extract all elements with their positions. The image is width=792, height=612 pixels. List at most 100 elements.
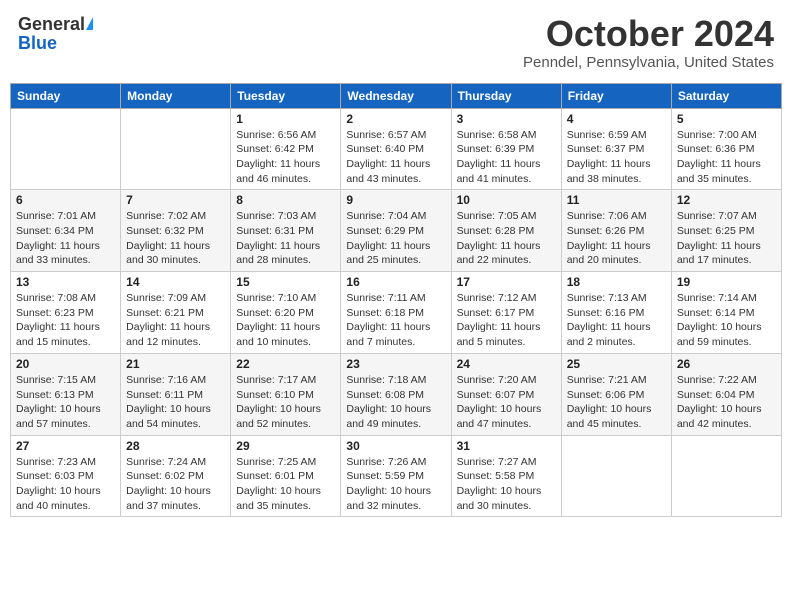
calendar-cell: 6 Sunrise: 7:01 AM Sunset: 6:34 PM Daylig… [11, 190, 121, 272]
calendar-cell: 14 Sunrise: 7:09 AM Sunset: 6:21 PM Dayli… [121, 272, 231, 354]
day-info: Sunrise: 7:13 AM Sunset: 6:16 PM Dayligh… [567, 291, 666, 350]
day-info: Sunrise: 7:15 AM Sunset: 6:13 PM Dayligh… [16, 373, 115, 432]
day-info: Sunrise: 7:25 AM Sunset: 6:01 PM Dayligh… [236, 455, 335, 514]
calendar-cell: 16 Sunrise: 7:11 AM Sunset: 6:18 PM Dayli… [341, 272, 451, 354]
day-info: Sunrise: 7:01 AM Sunset: 6:34 PM Dayligh… [16, 209, 115, 268]
calendar-cell: 31Sunrise: 7:27 AM Sunset: 5:58 PM Dayli… [451, 435, 561, 517]
day-number: 18 [567, 275, 666, 289]
day-number: 28 [126, 439, 225, 453]
calendar-week-5: 27 Sunrise: 7:23 AM Sunset: 6:03 PM Dayli… [11, 435, 782, 517]
calendar-week-1: 1 Sunrise: 6:56 AM Sunset: 6:42 PM Daylig… [11, 108, 782, 190]
weekday-header-row: SundayMondayTuesdayWednesdayThursdayFrid… [11, 83, 782, 108]
calendar-cell: 17 Sunrise: 7:12 AM Sunset: 6:17 PM Dayli… [451, 272, 561, 354]
day-info: Sunrise: 7:08 AM Sunset: 6:23 PM Dayligh… [16, 291, 115, 350]
calendar-cell: 29 Sunrise: 7:25 AM Sunset: 6:01 PM Dayli… [231, 435, 341, 517]
calendar-cell: 7Sunrise: 7:02 AM Sunset: 6:32 PM Daylig… [121, 190, 231, 272]
calendar-week-3: 13 Sunrise: 7:08 AM Sunset: 6:23 PM Dayli… [11, 272, 782, 354]
day-number: 27 [16, 439, 115, 453]
day-number: 9 [346, 193, 445, 207]
calendar-cell: 15 Sunrise: 7:10 AM Sunset: 6:20 PM Dayli… [231, 272, 341, 354]
page-header: General Blue October 2024 Penndel, Penns… [10, 10, 782, 75]
day-number: 17 [457, 275, 556, 289]
day-number: 11 [567, 193, 666, 207]
calendar-cell: 24Sunrise: 7:20 AM Sunset: 6:07 PM Dayli… [451, 353, 561, 435]
logo: General Blue [18, 14, 93, 54]
logo-blue-text: Blue [18, 33, 57, 54]
day-info: Sunrise: 7:02 AM Sunset: 6:32 PM Dayligh… [126, 209, 225, 268]
calendar-week-2: 6 Sunrise: 7:01 AM Sunset: 6:34 PM Daylig… [11, 190, 782, 272]
day-info: Sunrise: 7:05 AM Sunset: 6:28 PM Dayligh… [457, 209, 556, 268]
day-info: Sunrise: 7:11 AM Sunset: 6:18 PM Dayligh… [346, 291, 445, 350]
day-number: 26 [677, 357, 776, 371]
calendar-table: SundayMondayTuesdayWednesdayThursdayFrid… [10, 83, 782, 518]
calendar-cell: 5 Sunrise: 7:00 AM Sunset: 6:36 PM Daylig… [671, 108, 781, 190]
day-number: 6 [16, 193, 115, 207]
day-info: Sunrise: 7:21 AM Sunset: 6:06 PM Dayligh… [567, 373, 666, 432]
day-info: Sunrise: 7:18 AM Sunset: 6:08 PM Dayligh… [346, 373, 445, 432]
day-info: Sunrise: 7:27 AM Sunset: 5:58 PM Dayligh… [457, 455, 556, 514]
calendar-cell [121, 108, 231, 190]
calendar-cell: 26 Sunrise: 7:22 AM Sunset: 6:04 PM Dayli… [671, 353, 781, 435]
title-block: October 2024 Penndel, Pennsylvania, Unit… [523, 14, 774, 71]
location-text: Penndel, Pennsylvania, United States [523, 54, 774, 71]
logo-triangle-icon [86, 17, 93, 30]
calendar-cell: 18 Sunrise: 7:13 AM Sunset: 6:16 PM Dayli… [561, 272, 671, 354]
calendar-cell: 19 Sunrise: 7:14 AM Sunset: 6:14 PM Dayli… [671, 272, 781, 354]
month-title: October 2024 [523, 14, 774, 54]
calendar-cell [11, 108, 121, 190]
day-number: 12 [677, 193, 776, 207]
calendar-cell: 10 Sunrise: 7:05 AM Sunset: 6:28 PM Dayli… [451, 190, 561, 272]
day-info: Sunrise: 7:00 AM Sunset: 6:36 PM Dayligh… [677, 128, 776, 187]
day-number: 30 [346, 439, 445, 453]
day-number: 1 [236, 112, 335, 126]
day-info: Sunrise: 7:09 AM Sunset: 6:21 PM Dayligh… [126, 291, 225, 350]
day-number: 8 [236, 193, 335, 207]
calendar-cell: 20 Sunrise: 7:15 AM Sunset: 6:13 PM Dayli… [11, 353, 121, 435]
day-info: Sunrise: 6:59 AM Sunset: 6:37 PM Dayligh… [567, 128, 666, 187]
weekday-header-thursday: Thursday [451, 83, 561, 108]
weekday-header-sunday: Sunday [11, 83, 121, 108]
weekday-header-wednesday: Wednesday [341, 83, 451, 108]
day-info: Sunrise: 7:23 AM Sunset: 6:03 PM Dayligh… [16, 455, 115, 514]
day-info: Sunrise: 7:20 AM Sunset: 6:07 PM Dayligh… [457, 373, 556, 432]
day-info: Sunrise: 7:12 AM Sunset: 6:17 PM Dayligh… [457, 291, 556, 350]
day-number: 25 [567, 357, 666, 371]
day-info: Sunrise: 7:26 AM Sunset: 5:59 PM Dayligh… [346, 455, 445, 514]
day-number: 15 [236, 275, 335, 289]
day-number: 13 [16, 275, 115, 289]
day-info: Sunrise: 7:03 AM Sunset: 6:31 PM Dayligh… [236, 209, 335, 268]
logo-general-text: General [18, 14, 85, 35]
day-info: Sunrise: 7:14 AM Sunset: 6:14 PM Dayligh… [677, 291, 776, 350]
calendar-cell [671, 435, 781, 517]
weekday-header-friday: Friday [561, 83, 671, 108]
calendar-cell: 4 Sunrise: 6:59 AM Sunset: 6:37 PM Daylig… [561, 108, 671, 190]
calendar-cell: 30 Sunrise: 7:26 AM Sunset: 5:59 PM Dayli… [341, 435, 451, 517]
day-number: 2 [346, 112, 445, 126]
day-number: 5 [677, 112, 776, 126]
weekday-header-monday: Monday [121, 83, 231, 108]
day-number: 20 [16, 357, 115, 371]
day-number: 10 [457, 193, 556, 207]
weekday-header-tuesday: Tuesday [231, 83, 341, 108]
calendar-body: 1 Sunrise: 6:56 AM Sunset: 6:42 PM Daylig… [11, 108, 782, 517]
day-number: 29 [236, 439, 335, 453]
day-number: 16 [346, 275, 445, 289]
day-info: Sunrise: 7:04 AM Sunset: 6:29 PM Dayligh… [346, 209, 445, 268]
calendar-cell: 12 Sunrise: 7:07 AM Sunset: 6:25 PM Dayli… [671, 190, 781, 272]
day-number: 19 [677, 275, 776, 289]
day-info: Sunrise: 7:22 AM Sunset: 6:04 PM Dayligh… [677, 373, 776, 432]
calendar-cell: 22Sunrise: 7:17 AM Sunset: 6:10 PM Dayli… [231, 353, 341, 435]
calendar-week-4: 20 Sunrise: 7:15 AM Sunset: 6:13 PM Dayli… [11, 353, 782, 435]
day-info: Sunrise: 6:56 AM Sunset: 6:42 PM Dayligh… [236, 128, 335, 187]
calendar-cell [561, 435, 671, 517]
calendar-cell: 8 Sunrise: 7:03 AM Sunset: 6:31 PM Daylig… [231, 190, 341, 272]
calendar-cell: 25 Sunrise: 7:21 AM Sunset: 6:06 PM Dayli… [561, 353, 671, 435]
calendar-cell: 3Sunrise: 6:58 AM Sunset: 6:39 PM Daylig… [451, 108, 561, 190]
calendar-cell: 21Sunrise: 7:16 AM Sunset: 6:11 PM Dayli… [121, 353, 231, 435]
day-info: Sunrise: 7:07 AM Sunset: 6:25 PM Dayligh… [677, 209, 776, 268]
day-number: 4 [567, 112, 666, 126]
calendar-cell: 23Sunrise: 7:18 AM Sunset: 6:08 PM Dayli… [341, 353, 451, 435]
day-number: 14 [126, 275, 225, 289]
day-info: Sunrise: 7:10 AM Sunset: 6:20 PM Dayligh… [236, 291, 335, 350]
calendar-cell: 9 Sunrise: 7:04 AM Sunset: 6:29 PM Daylig… [341, 190, 451, 272]
